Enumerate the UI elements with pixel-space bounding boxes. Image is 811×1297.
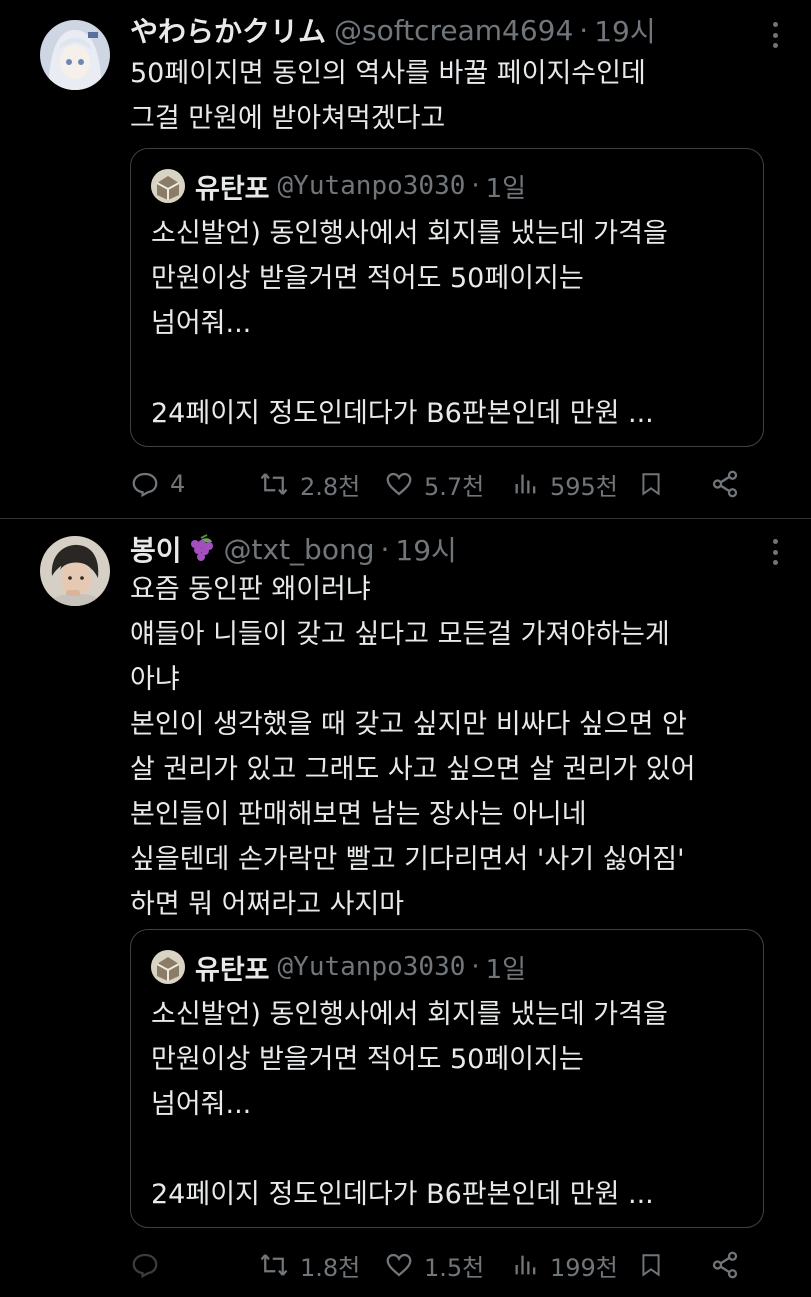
- action-bar: 4 2.8천 5.7천 595천: [130, 464, 780, 504]
- views-icon: [515, 1255, 536, 1275]
- tweet-header: 봉이 @txt_bong · 19시: [130, 529, 457, 569]
- like-icon: [386, 1253, 412, 1277]
- text-line: 만원이상 받을거면 적어도 50페이지는: [151, 263, 584, 294]
- quote-header: 유탄포 @Yutanpo3030 · 1일: [151, 948, 526, 986]
- text-line: 본인이 생각했을 때 갖고 싶지만 비싸다 싶으면 안: [130, 709, 687, 740]
- views-count: 595천: [550, 472, 618, 501]
- quote-display-name: 유탄포: [195, 954, 270, 986]
- tweet[interactable]: 봉이 @txt_bong · 19시 요즘 동인판 왜이러냐 얘들아 니들이 갖…: [0, 519, 811, 1297]
- reply-count: 4: [170, 470, 186, 498]
- quoted-tweet[interactable]: 유탄포 @Yutanpo3030 · 1일 소신발언) 동인행사에서 회지를 냈…: [130, 929, 764, 1228]
- more-icon[interactable]: [771, 22, 779, 48]
- like-button[interactable]: 5.7천: [384, 464, 484, 504]
- quote-display-name: 유탄포: [195, 173, 270, 205]
- text-line: [151, 1127, 751, 1172]
- share-button[interactable]: [710, 464, 750, 504]
- quote-header: 유탄포 @Yutanpo3030 · 1일: [151, 167, 526, 205]
- action-bar: 1.8천 1.5천 199천: [130, 1245, 780, 1285]
- views-count: 199천: [550, 1253, 618, 1282]
- share-icon: [712, 470, 738, 498]
- separator-dot: ·: [471, 952, 480, 982]
- views-icon: [515, 474, 536, 494]
- text-line: 만원이상 받을거면 적어도 50페이지는: [151, 1044, 584, 1075]
- bookmark-icon: [642, 1254, 660, 1277]
- timestamp[interactable]: 19시: [594, 10, 655, 50]
- timestamp[interactable]: 19시: [395, 529, 456, 569]
- reply-button[interactable]: 4: [130, 464, 185, 504]
- bookmark-button[interactable]: [638, 464, 674, 504]
- text-line: 살 권리가 있고 그래도 사고 싶으면 살 권리가 있어: [130, 754, 696, 785]
- text-line: 싶을텐데 손가락만 빨고 기다리면서 '사기 싫어짐': [130, 844, 685, 875]
- display-name[interactable]: 봉이: [130, 529, 182, 569]
- text-line: 24페이지 정도인데다가 B6판본인데 만원 ...: [151, 1179, 654, 1210]
- quote-text: 소신발언) 동인행사에서 회지를 냈는데 가격을 만원이상 받을거면 적어도 5…: [151, 992, 751, 1217]
- quote-timestamp: 1일: [485, 173, 527, 204]
- quote-timestamp: 1일: [485, 954, 527, 985]
- views-button[interactable]: 199천: [512, 1245, 618, 1285]
- quoted-tweet[interactable]: 유탄포 @Yutanpo3030 · 1일 소신발언) 동인행사에서 회지를 냈…: [130, 148, 764, 447]
- grapes-emoji: [186, 534, 216, 564]
- retweet-icon: [260, 473, 288, 495]
- like-count: 5.7천: [424, 472, 485, 501]
- reply-icon: [132, 1253, 158, 1279]
- tweet[interactable]: やわらかクリム @softcream4694 · 19시 50페이지면 동인의 …: [0, 0, 811, 518]
- text-line: 24페이지 정도인데다가 B6판본인데 만원 ...: [151, 398, 654, 429]
- retweet-count: 1.8천: [300, 1253, 361, 1282]
- text-line: 요즘 동인판 왜이러냐: [130, 574, 371, 605]
- text-line: 그걸 만원에 받아쳐먹겠다고: [130, 103, 446, 134]
- retweet-icon: [260, 1254, 288, 1276]
- text-line: 얘들아 니들이 갖고 싶다고 모든걸 가져야하는게: [130, 619, 670, 650]
- separator-dot: ·: [579, 13, 589, 47]
- like-count: 1.5천: [424, 1253, 485, 1282]
- text-line: [151, 346, 751, 391]
- views-button[interactable]: 595천: [512, 464, 618, 504]
- retweet-button[interactable]: 1.8천: [258, 1245, 360, 1285]
- quote-text: 소신발언) 동인행사에서 회지를 냈는데 가격을 만원이상 받을거면 적어도 5…: [151, 211, 751, 436]
- retweet-button[interactable]: 2.8천: [258, 464, 360, 504]
- tweet-text: 요즘 동인판 왜이러냐 얘들아 니들이 갖고 싶다고 모든걸 가져야하는게 아냐…: [130, 567, 780, 927]
- bookmark-icon: [642, 473, 660, 496]
- text-line: 아냐: [130, 664, 180, 695]
- quote-avatar: [151, 169, 185, 203]
- quote-user-handle: @Yutanpo3030: [277, 171, 466, 201]
- text-line: 넘어줘...: [151, 1089, 252, 1120]
- share-button[interactable]: [710, 1245, 750, 1285]
- text-line: 50페이지면 동인의 역사를 바꿀 페이지수인데: [130, 58, 646, 89]
- bookmark-button[interactable]: [638, 1245, 674, 1285]
- like-button[interactable]: 1.5천: [384, 1245, 484, 1285]
- user-handle[interactable]: @softcream4694: [334, 14, 573, 47]
- user-handle[interactable]: @txt_bong: [224, 533, 375, 566]
- tweet-text: 50페이지면 동인의 역사를 바꿀 페이지수인데 그걸 만원에 받아쳐먹겠다고: [130, 51, 780, 141]
- separator-dot: ·: [471, 171, 480, 201]
- reply-button[interactable]: [130, 1245, 170, 1285]
- like-icon: [386, 472, 412, 496]
- display-name[interactable]: やわらかクリム: [130, 10, 326, 50]
- text-line: 넘어줘...: [151, 308, 252, 339]
- reply-icon: [132, 472, 158, 498]
- quote-avatar: [151, 950, 185, 984]
- text-line: 소신발언) 동인행사에서 회지를 냈는데 가격을: [151, 218, 668, 249]
- more-icon[interactable]: [771, 539, 779, 565]
- separator-dot: ·: [380, 532, 390, 566]
- share-icon: [712, 1251, 738, 1279]
- text-line: 본인들이 판매해보면 남는 장사는 아니네: [130, 799, 587, 830]
- text-line: 하면 뭐 어쩌라고 사지마: [130, 889, 405, 920]
- tweet-header: やわらかクリム @softcream4694 · 19시: [130, 10, 656, 50]
- quote-user-handle: @Yutanpo3030: [277, 952, 466, 982]
- text-line: 소신발언) 동인행사에서 회지를 냈는데 가격을: [151, 999, 668, 1030]
- avatar[interactable]: [40, 20, 110, 90]
- retweet-count: 2.8천: [300, 472, 361, 501]
- avatar[interactable]: [40, 536, 110, 606]
